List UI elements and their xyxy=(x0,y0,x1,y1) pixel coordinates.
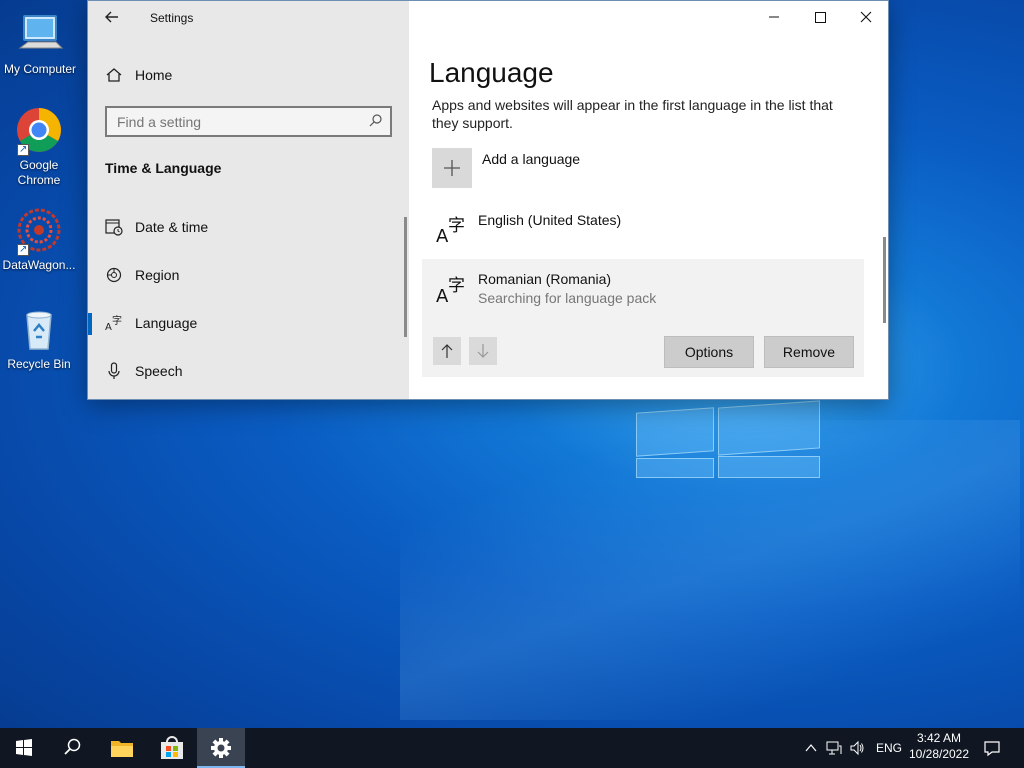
window-title: Settings xyxy=(150,11,194,25)
plus-icon xyxy=(444,160,460,176)
sidebar-item-label: Region xyxy=(135,267,180,283)
shortcut-arrow-icon xyxy=(17,242,29,257)
language-status: Searching for language pack xyxy=(478,290,657,306)
sidebar-item-label: Date & time xyxy=(135,219,209,235)
computer-icon xyxy=(16,10,64,58)
sidebar-item-speech[interactable]: Speech xyxy=(88,351,409,391)
add-icon-box xyxy=(432,148,472,188)
chrome-icon xyxy=(15,106,63,157)
file-explorer-icon xyxy=(111,741,133,757)
start-button[interactable] xyxy=(0,728,48,768)
notification-center-icon[interactable] xyxy=(983,739,1001,757)
show-hidden-icons-icon[interactable] xyxy=(803,740,819,756)
svg-text:A: A xyxy=(105,322,112,333)
sidebar-item-language[interactable]: A字 Language xyxy=(88,303,409,343)
clock-time: 3:42 AM xyxy=(916,731,962,745)
close-icon xyxy=(860,11,872,23)
store-icon xyxy=(161,736,183,759)
desktop-icon-label: My Computer xyxy=(3,62,77,76)
taskbar-file-explorer[interactable] xyxy=(98,728,146,768)
search-icon xyxy=(64,738,81,755)
volume-icon[interactable] xyxy=(849,740,865,756)
back-arrow-icon xyxy=(105,11,118,23)
datawagon-icon xyxy=(15,206,63,257)
language-name: English (United States) xyxy=(478,212,622,228)
sidebar-item-date-time[interactable]: Date & time xyxy=(88,207,409,247)
search-button[interactable] xyxy=(48,728,96,768)
desktop-icon-recycle-bin[interactable]: Recycle Bin xyxy=(0,305,79,372)
sidebar-item-region[interactable]: Region xyxy=(88,255,409,295)
remove-button[interactable]: Remove xyxy=(764,336,854,368)
microphone-icon xyxy=(104,361,124,381)
language-glyph-icon: A字 xyxy=(436,273,468,307)
shortcut-arrow-icon xyxy=(17,142,29,157)
search-icon[interactable] xyxy=(368,113,384,129)
language-item-english[interactable]: A字 English (United States) xyxy=(422,201,864,257)
settings-icon xyxy=(211,738,231,758)
settings-window: Settings Home Time & Language Date & tim… xyxy=(87,0,889,400)
svg-text:字: 字 xyxy=(448,216,465,236)
sidebar-item-label: Language xyxy=(135,315,198,331)
start-icon xyxy=(16,739,32,756)
svg-text:字: 字 xyxy=(448,276,465,296)
clock[interactable]: 3:42 AM 10/28/2022 xyxy=(906,731,972,761)
taskbar: ENG 3:42 AM 10/28/2022 xyxy=(0,728,1024,768)
taskbar-store[interactable] xyxy=(148,728,196,768)
wallpaper-windows-logo xyxy=(636,400,822,480)
recycle-bin-icon xyxy=(15,305,63,353)
language-glyph-icon: A字 xyxy=(436,213,468,247)
maximize-icon xyxy=(815,12,826,23)
network-icon[interactable] xyxy=(826,740,842,756)
taskbar-settings[interactable] xyxy=(197,728,245,768)
options-button[interactable]: Options xyxy=(664,336,754,368)
svg-text:字: 字 xyxy=(112,314,122,327)
language-name: Romanian (Romania) xyxy=(478,271,612,287)
clock-date: 10/28/2022 xyxy=(908,747,970,761)
search-box[interactable] xyxy=(105,106,392,137)
globe-icon xyxy=(104,265,124,285)
move-down-button[interactable] xyxy=(469,337,497,365)
input-language-indicator[interactable]: ENG xyxy=(876,741,902,755)
sidebar-item-label: Speech xyxy=(135,363,183,379)
arrow-up-icon xyxy=(441,344,453,358)
desktop-icon-my-computer[interactable]: My Computer xyxy=(0,10,80,77)
section-title: Time & Language xyxy=(105,160,222,176)
arrow-down-icon xyxy=(477,344,489,358)
desktop-icon-label: Recycle Bin xyxy=(7,357,71,371)
desktop-icon-label: DataWagon... xyxy=(2,258,76,272)
search-input[interactable] xyxy=(117,113,357,131)
close-button[interactable] xyxy=(843,1,889,33)
language-icon: A字 xyxy=(104,313,124,333)
sidebar-item-home[interactable]: Home xyxy=(88,55,409,95)
page-title: Language xyxy=(429,57,554,88)
desktop-icon-label: Google Chrome xyxy=(17,158,61,187)
home-icon xyxy=(104,65,124,85)
sidebar-item-label: Home xyxy=(135,67,173,83)
add-language-label: Add a language xyxy=(482,151,581,167)
main-scrollbar[interactable] xyxy=(883,237,886,323)
language-description: Apps and websites will appear in the fir… xyxy=(432,97,833,131)
maximize-button[interactable] xyxy=(797,1,843,33)
settings-sidebar: Settings Home Time & Language Date & tim… xyxy=(88,1,409,399)
minimize-button[interactable] xyxy=(751,1,797,33)
date-time-icon xyxy=(104,217,124,237)
minimize-icon xyxy=(769,16,779,18)
desktop-icon-datawagon[interactable]: DataWagon... xyxy=(0,206,79,273)
move-up-button[interactable] xyxy=(433,337,461,365)
settings-main-pane: Language Apps and websites will appear i… xyxy=(409,1,888,399)
back-button[interactable] xyxy=(102,7,122,27)
desktop-icon-google-chrome[interactable]: Google Chrome xyxy=(0,106,79,188)
sidebar-scrollbar[interactable] xyxy=(404,217,407,337)
